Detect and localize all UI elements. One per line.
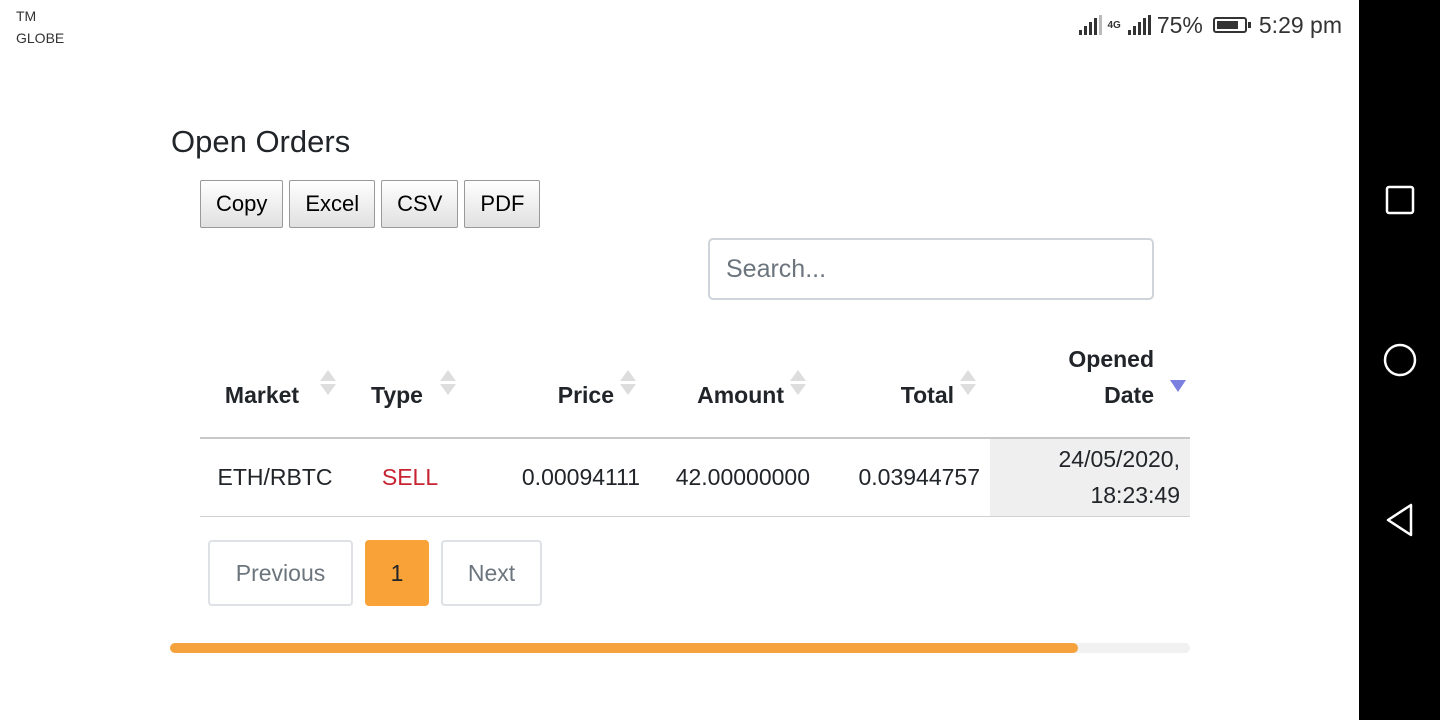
table-row: ETH/RBTC SELL 0.00094111 42.00000000 0.0… [200, 438, 1190, 517]
sort-descending-icon [1170, 380, 1186, 392]
signal-icon [1078, 15, 1102, 35]
pdf-button[interactable]: PDF [464, 180, 541, 228]
column-header-label: Market [224, 382, 300, 408]
battery-percent: 75% [1156, 11, 1203, 38]
horizontal-scrollbar[interactable] [170, 643, 1190, 653]
time-text: 18:23:49 [1090, 482, 1180, 509]
column-header-price[interactable]: Price [470, 340, 650, 439]
sort-arrows-icon [440, 370, 456, 395]
carrier-line-2: GLOBE [16, 30, 65, 46]
open-orders-table: Market Type Price Amount Total Opened Da… [200, 340, 1190, 517]
column-header-label: Amount [697, 382, 784, 408]
search-input[interactable] [708, 238, 1154, 300]
column-header-market[interactable]: Market [200, 340, 350, 439]
battery-icon [1212, 17, 1251, 33]
date-text: 24/05/2020, [1058, 446, 1180, 473]
column-header-type[interactable]: Type [350, 340, 470, 439]
recents-square-icon[interactable] [1383, 183, 1417, 217]
page-title: Open Orders [171, 124, 351, 159]
cell-amount: 42.00000000 [650, 438, 820, 517]
current-page-button[interactable]: 1 [365, 540, 429, 606]
column-header-label: Price [557, 382, 614, 408]
cell-type: SELL [350, 438, 470, 517]
cell-total: 0.03944757 [820, 438, 990, 517]
sort-arrows-icon [960, 370, 976, 395]
cell-market: ETH/RBTC [200, 438, 350, 517]
signal-4g-icon [1127, 15, 1151, 35]
column-header-label: Date [1104, 382, 1154, 408]
carrier-info: TM GLOBE [16, 5, 64, 49]
sort-arrows-icon [620, 370, 636, 395]
clock: 5:29 pm [1258, 11, 1342, 38]
table-header-row: Market Type Price Amount Total Opened Da… [200, 340, 1190, 439]
android-nav-bar [1359, 0, 1440, 720]
sort-arrows-icon [320, 370, 336, 395]
sort-arrows-icon [790, 370, 806, 395]
network-type: 4G [1107, 19, 1121, 31]
column-header-label: Opened [1068, 346, 1154, 372]
excel-button[interactable]: Excel [289, 180, 376, 228]
previous-page-button[interactable]: Previous [208, 540, 353, 606]
cell-opened-date: 24/05/2020, 18:23:49 [990, 438, 1190, 517]
carrier-line-1: TM [16, 8, 37, 24]
pagination: Previous 1 Next [208, 540, 542, 606]
next-page-button[interactable]: Next [441, 540, 542, 606]
cell-price: 0.00094111 [470, 438, 650, 517]
copy-button[interactable]: Copy [200, 180, 284, 228]
home-circle-icon[interactable] [1383, 343, 1417, 377]
scrollbar-thumb[interactable] [170, 643, 1078, 653]
export-button-group: Copy Excel CSV PDF [200, 180, 541, 228]
column-header-opened-date[interactable]: Opened Date [990, 340, 1190, 439]
back-triangle-icon[interactable] [1383, 503, 1417, 537]
status-indicators: 4G 75% 5:29 pm [1078, 10, 1342, 40]
column-header-label: Type [371, 382, 423, 408]
column-header-total[interactable]: Total [820, 340, 990, 439]
column-header-label: Total [900, 382, 954, 408]
column-header-amount[interactable]: Amount [650, 340, 820, 439]
csv-button[interactable]: CSV [381, 180, 459, 228]
